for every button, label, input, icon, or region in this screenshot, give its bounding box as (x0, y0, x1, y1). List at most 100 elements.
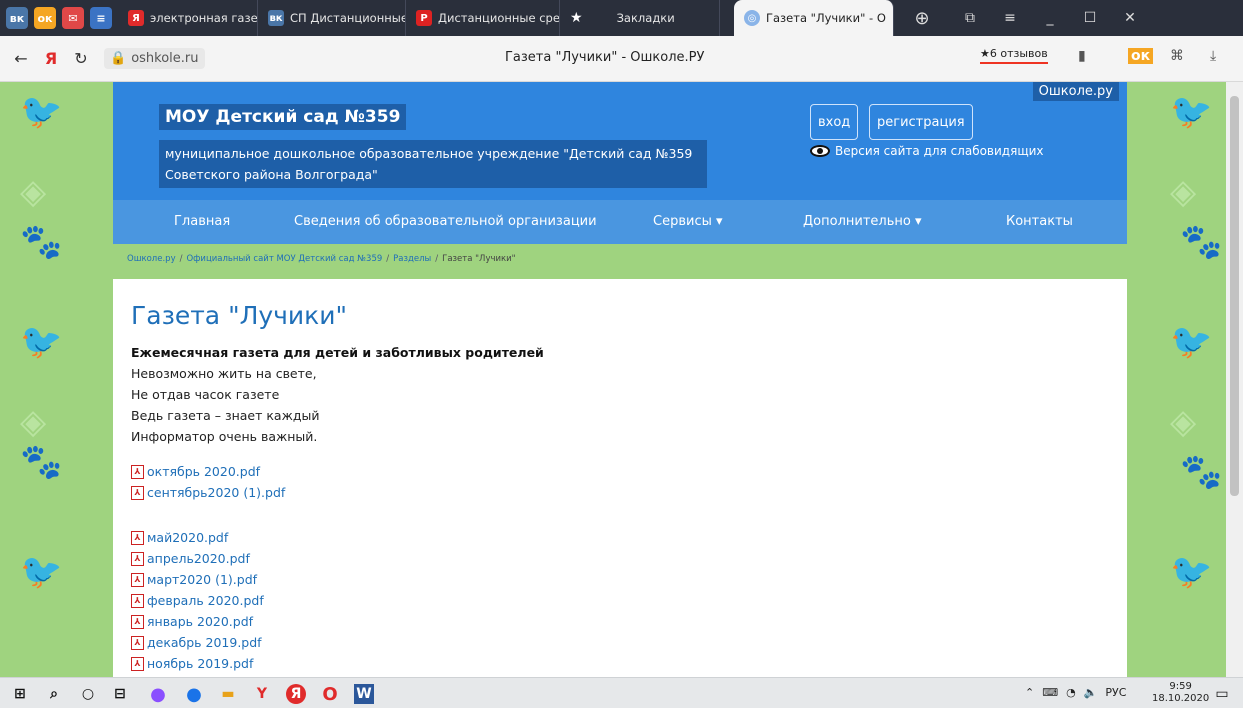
yandex-browser-icon[interactable]: Y (252, 684, 272, 704)
yandex-logo-icon[interactable]: Я (36, 49, 66, 68)
site-brand[interactable]: Ошколе.ру (1032, 82, 1119, 101)
ok-pinned-icon[interactable]: ок (34, 7, 56, 29)
mail-pinned-icon[interactable]: ✉ (62, 7, 84, 29)
tab-label: Закладки (616, 11, 675, 25)
minimize-icon[interactable]: _ (1030, 10, 1070, 26)
word-icon[interactable]: W (354, 684, 374, 704)
login-button[interactable]: вход (810, 104, 859, 140)
opera-icon[interactable]: O (320, 684, 340, 705)
scroll-thumb[interactable] (1230, 96, 1239, 496)
file-name: октябрь 2020.pdf (147, 464, 261, 479)
file-link[interactable]: ⅄ ноябрь 2019.pdf (131, 653, 1109, 674)
url-field[interactable]: 🔒 oshkole.ru (104, 48, 205, 69)
wifi-icon[interactable]: ◔ (1066, 686, 1076, 699)
clock-time: 9:59 (1169, 681, 1192, 692)
back-icon[interactable]: ← (6, 49, 36, 68)
file-list-recent: ⅄ октябрь 2020.pdf ⅄ сентябрь2020 (1).pdf (131, 461, 1109, 503)
tabs-icon[interactable]: ⧉ (950, 10, 990, 26)
file-name: декабрь 2019.pdf (147, 635, 262, 650)
tab-0[interactable]: Я электронная газета в д (118, 0, 258, 36)
bird-icon: 🐦 (20, 552, 63, 592)
bird-icon: 🐦 (1170, 552, 1213, 592)
file-name: май2020.pdf (147, 530, 229, 545)
reload-icon[interactable]: ↻ (66, 49, 96, 68)
menu-icon[interactable]: ≡ (990, 10, 1030, 26)
task-view-icon[interactable]: ⊟ (110, 684, 130, 704)
pdf-file-icon: ⅄ (131, 551, 144, 566)
reviews-badge[interactable]: ★6 отзывов (980, 47, 1048, 64)
new-tab-icon[interactable]: ⊕ (902, 8, 942, 29)
volume-icon[interactable]: 🔈 (1084, 686, 1098, 699)
bird-icon: 🐦 (20, 92, 63, 132)
breadcrumb-item[interactable]: Разделы (393, 254, 431, 264)
language-indicator[interactable]: РУС (1105, 686, 1126, 699)
paw-icon: 🐾 (1180, 452, 1223, 492)
cortana-icon[interactable]: ○ (78, 684, 98, 704)
menu-item-more[interactable]: Дополнительно ▾ (803, 214, 921, 229)
doc-pinned-icon[interactable]: ≡ (90, 7, 112, 29)
content-panel: Газета "Лучики" Ежемесячная газета для д… (113, 279, 1127, 677)
file-name: ноябрь 2019.pdf (147, 656, 254, 671)
menu-item-info[interactable]: Сведения об образовательной организации (294, 214, 597, 229)
file-explorer-icon[interactable]: ▬ (218, 684, 238, 704)
file-link[interactable]: ⅄ апрель2020.pdf (131, 548, 1109, 569)
page-scrollbar[interactable] (1226, 82, 1243, 677)
breadcrumb-item[interactable]: Ошколе.ру (127, 254, 176, 264)
vk-icon: вк (268, 10, 284, 26)
breadcrumb: Ошколе.ру / Официальный сайт МОУ Детский с… (127, 254, 516, 264)
tab-1[interactable]: вк СП Дистанционные фо (258, 0, 406, 36)
org-subtitle: муниципальное дошкольное образовательное… (159, 140, 707, 188)
download-icon[interactable]: ⤓ (1210, 48, 1216, 64)
tab-3[interactable]: ★ Закладки (560, 0, 720, 36)
file-link[interactable]: ⅄ май2020.pdf (131, 527, 1109, 548)
pdf-file-icon: ⅄ (131, 656, 144, 671)
extension-icon[interactable]: ⌘ (1170, 48, 1184, 64)
file-link[interactable]: ⅄ октябрь 2020.pdf (131, 461, 1109, 482)
eye-icon (810, 145, 830, 157)
network-icon[interactable]: ⌨ (1042, 686, 1058, 699)
pdf-file-icon: ⅄ (131, 530, 144, 545)
bird-icon: 🐦 (20, 322, 63, 362)
file-link[interactable]: ⅄ март2020 (1).pdf (131, 569, 1109, 590)
search-icon[interactable]: ⌕ (44, 684, 64, 704)
close-window-icon[interactable]: ✕ (1110, 10, 1150, 26)
close-tab-icon[interactable]: ✕ (892, 11, 893, 25)
page-viewport: 🐦 ◈ 🐾 🐦 ◈ 🐾 🐦 🐦 ◈ 🐾 🐦 ◈ 🐾 🐦 МОУ Детский … (0, 82, 1226, 677)
page-title-bar: Газета "Лучики" - Ошколе.РУ (505, 50, 705, 65)
lock-icon: 🔒 (110, 51, 127, 66)
menu-item-home[interactable]: Главная (174, 214, 230, 229)
alice-icon[interactable]: ● (148, 684, 168, 705)
menu-item-contacts[interactable]: Контакты (1006, 214, 1073, 229)
pdf-file-icon: ⅄ (131, 593, 144, 608)
low-vision-link[interactable]: Версия сайта для слабовидящих (810, 144, 1044, 158)
file-link[interactable]: ⅄ февраль 2020.pdf (131, 590, 1109, 611)
mask-icon: ◈ (20, 172, 47, 212)
bookmark-icon[interactable]: ▮ (1078, 48, 1086, 64)
tab-4-active[interactable]: ◎ Газета "Лучики" - О ✕ (734, 0, 894, 36)
mask-icon: ◈ (1170, 172, 1197, 212)
windows-start-icon[interactable]: ⊞ (10, 684, 30, 704)
maximize-icon[interactable]: ☐ (1070, 10, 1110, 26)
vk-pinned-icon[interactable]: вк (6, 7, 28, 29)
mask-icon: ◈ (20, 402, 47, 442)
yandex-icon[interactable]: Я (286, 684, 306, 704)
tab-label: Газета "Лучики" - О (766, 11, 886, 25)
poem-line: Не отдав часок газете (131, 387, 280, 402)
register-button[interactable]: регистрация (869, 104, 973, 140)
bird-icon: 🐦 (1170, 322, 1213, 362)
app-icon[interactable]: ● (184, 684, 204, 705)
chevron-up-icon[interactable]: ⌃ (1025, 686, 1034, 699)
notifications-icon[interactable]: ▭ (1212, 684, 1232, 704)
clock-date: 18.10.2020 (1152, 693, 1210, 704)
menu-item-services[interactable]: Сервисы ▾ (653, 214, 723, 229)
file-link[interactable]: ⅄ сентябрь2020 (1).pdf (131, 482, 1109, 503)
pdf-file-icon: ⅄ (131, 464, 144, 479)
org-name[interactable]: МОУ Детский сад №359 (159, 104, 407, 130)
ok-icon[interactable]: ок (1128, 48, 1154, 64)
file-link[interactable]: ⅄ январь 2020.pdf (131, 611, 1109, 632)
breadcrumb-item[interactable]: Официальный сайт МОУ Детский сад №359 (186, 254, 382, 264)
file-name: февраль 2020.pdf (147, 593, 264, 608)
clock[interactable]: 9:59 18.10.2020 (1152, 681, 1209, 705)
tab-2[interactable]: P Дистанционные средс (406, 0, 560, 36)
file-link[interactable]: ⅄ декабрь 2019.pdf (131, 632, 1109, 653)
